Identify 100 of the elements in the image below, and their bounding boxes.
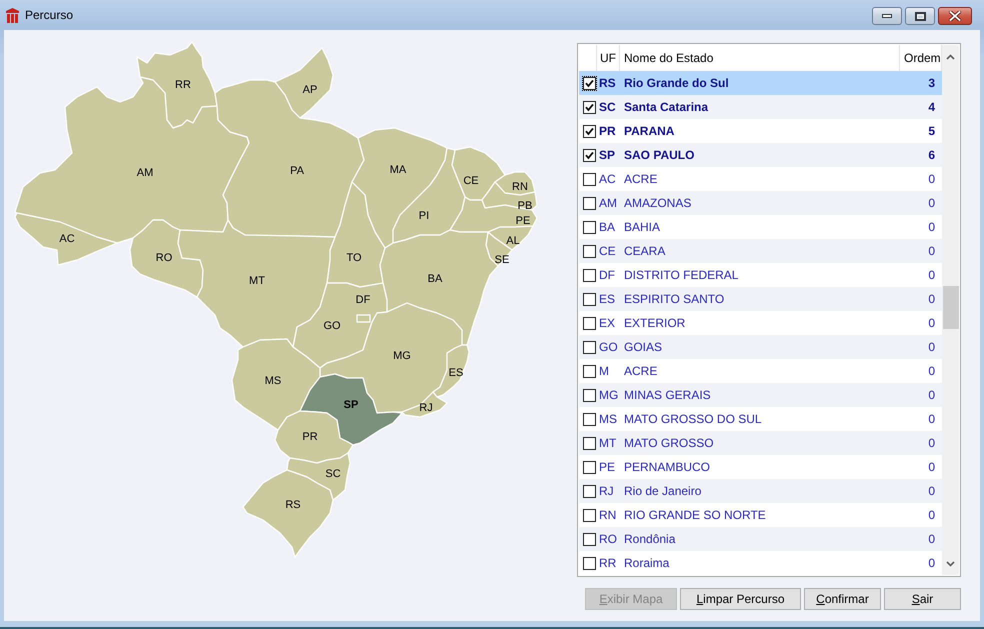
state-name-cell-text: ACRE	[623, 363, 658, 380]
table-row[interactable]: MT MATO GROSSO 0	[579, 431, 942, 455]
uf-cell-text: SP	[598, 147, 616, 164]
uf-cell-text: EX	[598, 315, 616, 332]
uf-cell-text: RJ	[598, 483, 615, 500]
uf-cell-text: ES	[598, 291, 616, 308]
exit-button[interactable]: Sair	[884, 588, 961, 610]
table-row[interactable]: RJ Rio de Janeiro 0	[579, 479, 942, 503]
state-label: MA	[390, 164, 406, 176]
state-name-cell-text: ESPIRITO SANTO	[623, 291, 726, 308]
state-label: DF	[356, 294, 370, 306]
close-icon	[949, 11, 961, 21]
uf-cell-text: CE	[598, 243, 617, 260]
order-cell-text: 0	[927, 459, 936, 476]
checkbox[interactable]	[583, 436, 596, 450]
state-region[interactable]	[401, 391, 448, 418]
order-cell-text: 0	[927, 171, 936, 188]
checkbox[interactable]	[583, 412, 596, 426]
order-cell-text: 0	[927, 195, 936, 212]
state-name-cell-text: EXTERIOR	[623, 315, 686, 332]
checkbox[interactable]	[583, 100, 596, 114]
state-name-cell-text: CEARA	[623, 243, 666, 260]
table-row[interactable]: AM AMAZONAS 0	[579, 191, 942, 215]
table-row[interactable]: SC Santa Catarina 4	[579, 95, 942, 119]
state-label: ES	[448, 367, 464, 379]
state-label: PI	[418, 210, 430, 222]
table-row[interactable]: MG MINAS GERAIS 0	[579, 383, 942, 407]
checkbox[interactable]	[583, 268, 596, 282]
uf-cell-text: M	[598, 363, 610, 380]
state-label: PB	[518, 200, 532, 212]
uf-cell-text: PR	[598, 123, 617, 140]
order-cell-text: 0	[927, 507, 936, 524]
uf-cell-text: SC	[598, 99, 617, 116]
checkbox[interactable]	[583, 244, 596, 258]
state-label: MS	[264, 375, 282, 387]
table-row[interactable]: RO Rondônia 0	[579, 527, 942, 551]
checkbox[interactable]	[583, 484, 596, 498]
order-cell-text: 3	[927, 75, 936, 92]
checkbox[interactable]	[583, 388, 596, 402]
state-name-cell-text: ACRE	[623, 171, 658, 188]
uf-cell-text: MS	[598, 411, 618, 428]
order-cell-text: 0	[927, 315, 936, 332]
table-row[interactable]: ES ESPIRITO SANTO 0	[579, 287, 942, 311]
confirm-button[interactable]: Confirmar	[804, 588, 881, 610]
order-cell-text: 0	[927, 267, 936, 284]
close-button[interactable]	[938, 7, 972, 25]
checkbox[interactable]	[583, 316, 596, 330]
state-label: AP	[302, 84, 318, 96]
table-row[interactable]: CE CEARA 0	[579, 239, 942, 263]
scroll-up-icon[interactable]	[946, 54, 955, 60]
order-cell-text: 0	[927, 555, 936, 572]
order-cell-text: 0	[927, 483, 936, 500]
minimize-button[interactable]	[872, 7, 902, 25]
checkbox[interactable]	[583, 148, 596, 162]
table-row[interactable]: SP SAO PAULO 6	[579, 143, 942, 167]
state-label: RS	[285, 499, 301, 511]
checkbox[interactable]	[583, 124, 596, 138]
order-cell-text: 0	[927, 219, 936, 236]
checkbox[interactable]	[583, 460, 596, 474]
state-name-cell-text: Rio Grande do Sul	[623, 75, 730, 92]
checkbox[interactable]	[583, 340, 596, 354]
checkbox[interactable]	[583, 196, 596, 210]
state-name-cell-text: PARANA	[623, 123, 676, 140]
order-cell-text: 6	[927, 147, 936, 164]
state-label: CE	[463, 175, 479, 187]
state-label: MT	[249, 275, 265, 287]
checkbox[interactable]	[583, 292, 596, 306]
state-label: TO	[346, 252, 362, 264]
uf-cell-text: DF	[598, 267, 616, 284]
checkbox[interactable]	[583, 556, 596, 570]
checkbox[interactable]	[583, 364, 596, 378]
state-label: BA	[428, 273, 442, 285]
scroll-down-icon[interactable]	[946, 561, 955, 567]
state-region[interactable]	[449, 196, 538, 233]
checkbox[interactable]	[583, 508, 596, 522]
window-title: Percurso	[25, 8, 74, 22]
table-row[interactable]: RS Rio Grande do Sul 3	[579, 71, 942, 95]
state-label: SC	[325, 468, 341, 480]
checkbox[interactable]	[583, 220, 596, 234]
scrollbar-thumb[interactable]	[942, 286, 958, 329]
checkbox[interactable]	[583, 532, 596, 546]
state-name-cell-text: Rondônia	[623, 531, 676, 548]
checkbox[interactable]	[583, 76, 596, 90]
state-label: RJ	[419, 402, 433, 414]
order-cell-text: 0	[927, 387, 936, 404]
minimize-icon	[882, 14, 892, 18]
order-cell-text: 0	[927, 339, 936, 356]
table-row[interactable]: GO GOIAS 0	[579, 335, 942, 359]
clear-route-button[interactable]: Limpar Percurso	[680, 588, 801, 610]
state-name-cell-text: Roraima	[623, 555, 670, 572]
state-label: RR	[175, 79, 191, 91]
state-name-cell-text: BAHIA	[623, 219, 662, 236]
order-cell-text: 0	[927, 363, 936, 380]
maximize-button[interactable]	[905, 7, 935, 25]
maximize-icon	[914, 12, 926, 20]
uf-cell-text: BA	[598, 219, 616, 236]
state-label: MG	[393, 350, 411, 362]
checkbox[interactable]	[583, 172, 596, 186]
state-label: RN	[512, 181, 528, 193]
uf-cell-text: GO	[598, 339, 619, 356]
